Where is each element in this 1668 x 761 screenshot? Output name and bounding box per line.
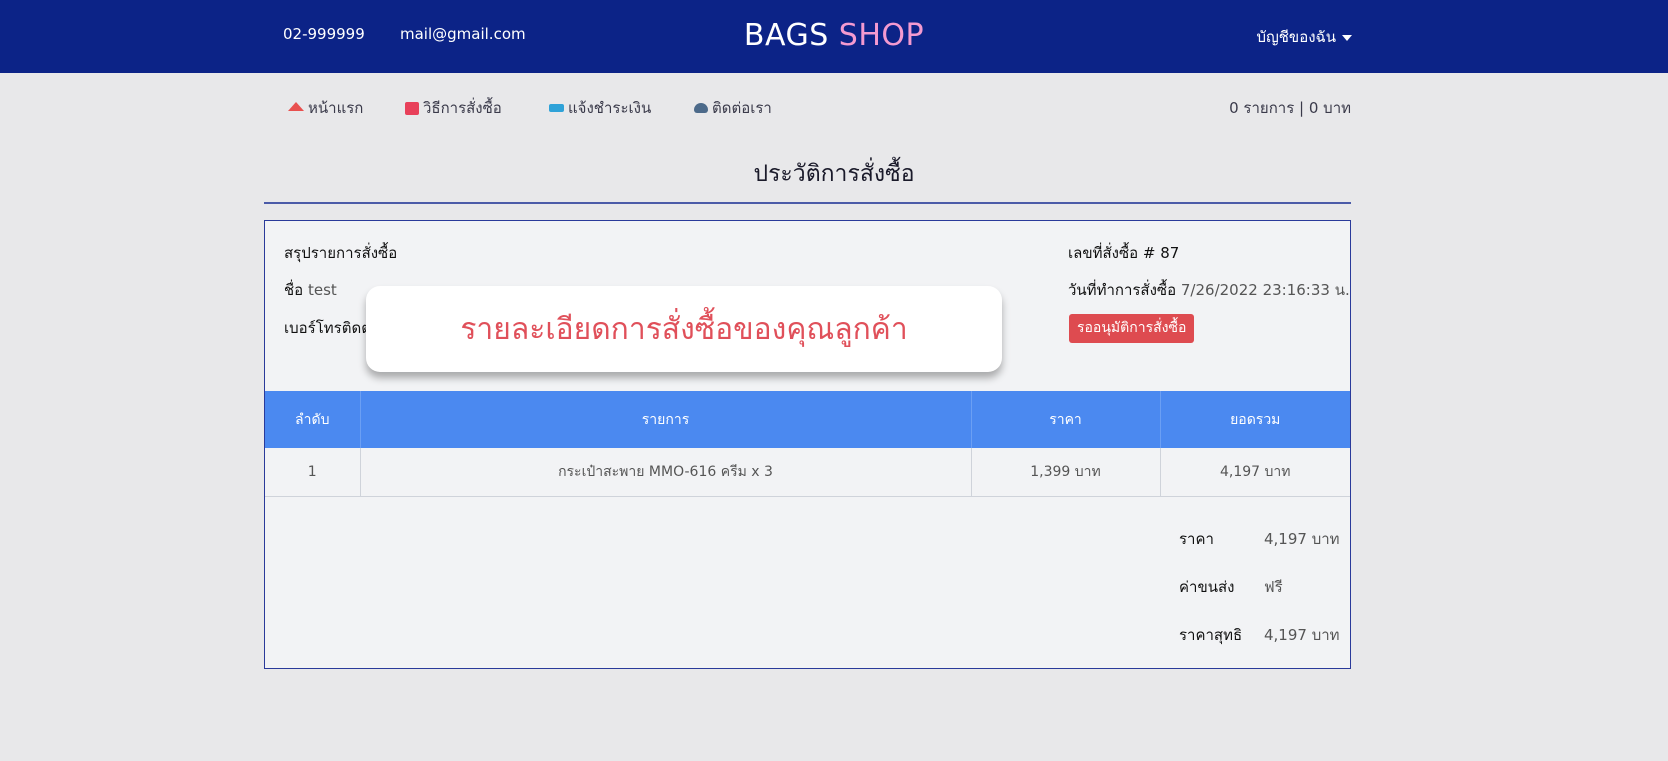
table-header-row: ลำดับ รายการ ราคา ยอดรวม [265,391,1350,448]
nav-item-how-to-order[interactable]: วิธีการสั่งซื้อ [405,96,502,120]
phone-icon [694,103,708,113]
nav-item-label: ติดต่อเรา [712,99,772,117]
order-date-label: วันที่ทำการสั่งซื้อ [1068,281,1177,299]
order-summary-heading: สรุปรายการสั่งซื้อ [284,244,398,262]
column-header-price: ราคา [971,391,1161,448]
brand-name-part2: SHOP [838,18,925,53]
subtotal-label: ราคา [1179,530,1214,548]
brand-logo[interactable]: BAGS SHOP [0,18,1668,53]
column-header-index: ลำดับ [265,391,361,448]
bag-icon [405,101,419,115]
shipping-label: ค่าขนส่ง [1179,578,1235,596]
account-menu-label: บัญชีของฉัน [1256,28,1336,46]
subtotal-value: 4,197 บาท [1264,530,1340,548]
nav-item-payment-notice[interactable]: แจ้งชำระเงิน [549,96,651,120]
table-cell-index: 1 [265,448,361,497]
order-date-value: 7/26/2022 23:16:33 น. [1180,281,1350,299]
table-cell-item: กระเป๋าสะพาย MMO-616 ครีม x 3 [360,448,972,497]
card-icon [549,104,564,112]
home-icon [288,101,304,111]
table-row: 1 กระเป๋าสะพาย MMO-616 ครีม x 3 1,399 บา… [265,448,1350,497]
brand-name-part1: BAGS [743,18,829,53]
nav-item-label: แจ้งชำระเงิน [568,99,652,117]
nav-item-home[interactable]: หน้าแรก [288,96,363,120]
customer-name-label: ชื่อ [284,281,304,299]
table-cell-price: 1,399 บาท [971,448,1161,497]
page-title: ประวัติการสั่งซื้อ [753,161,915,187]
nav-item-label: วิธีการสั่งซื้อ [423,99,502,117]
order-date: วันที่ทำการสั่งซื้อ 7/26/2022 23:16:33 น… [1068,278,1350,302]
shipping-value: ฟรี [1264,578,1283,596]
column-header-item: รายการ [360,391,972,448]
order-status-badge: รออนุมัติการสั่งซื้อ [1069,314,1195,343]
net-total-label: ราคาสุทธิ [1179,626,1243,644]
order-number: เลขที่สั่งซื้อ # 87 [1068,244,1180,262]
order-items-table: ลำดับ รายการ ราคา ยอดรวม 1 กระเป๋าสะพาย … [265,391,1350,497]
nav-item-label: หน้าแรก [308,99,364,117]
top-bar: 02-999999 mail@gmail.com BAGS SHOP บัญชี… [0,0,1668,73]
caret-down-icon [1342,34,1352,41]
title-divider [264,202,1351,204]
customer-name: ชื่อ test [284,278,337,302]
table-cell-total: 4,197 บาท [1160,448,1350,497]
main-nav: หน้าแรก วิธีการสั่งซื้อ แจ้งชำระเงิน ติด… [0,96,1668,118]
cart-summary[interactable]: 0 รายการ | 0 บาท [1229,96,1351,120]
net-total-value: 4,197 บาท [1264,626,1340,644]
nav-item-contact[interactable]: ติดต่อเรา [694,96,772,120]
customer-name-value: test [307,281,337,299]
customer-phone-label: เบอร์โทรติดต่ [284,319,371,337]
column-header-total: ยอดรวม [1160,391,1350,448]
annotation-callout: รายละเอียดการสั่งซื้อของคุณลูกค้า [366,286,1002,372]
account-menu[interactable]: บัญชีของฉัน [1256,25,1352,49]
